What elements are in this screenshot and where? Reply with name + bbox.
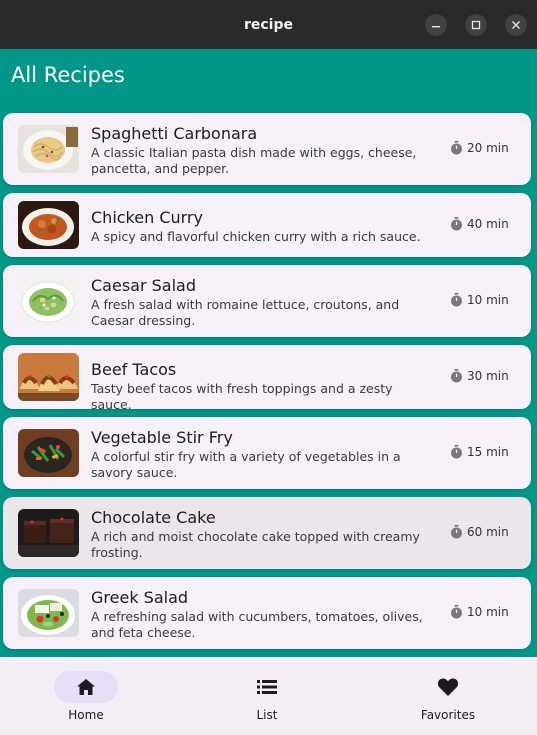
recipe-time-label: 10 min: [467, 605, 509, 619]
app-window: recipe All Recipes Spaghetti Carbonara A…: [0, 0, 537, 735]
page-title: All Recipes: [11, 63, 125, 87]
recipe-time-label: 10 min: [467, 293, 509, 307]
recipe-time: 60 min: [450, 525, 520, 539]
nav-favorites-label: Favorites: [420, 708, 476, 722]
recipe-description: A colorful stir fry with a variety of ve…: [91, 449, 401, 480]
recipe-card-caesar-salad[interactable]: Caesar Salad A fresh salad with romaine …: [3, 265, 531, 337]
maximize-button[interactable]: [465, 14, 487, 36]
recipe-description: A classic Italian pasta dish made with e…: [91, 145, 417, 176]
recipe-time: 20 min: [450, 141, 520, 155]
recipe-description: A rich and moist chocolate cake topped w…: [91, 529, 420, 560]
nav-favorites[interactable]: Favorites: [392, 657, 512, 735]
nav-home-indicator[interactable]: [54, 671, 118, 703]
timer-icon: [451, 141, 462, 155]
recipe-time: 10 min: [450, 293, 520, 307]
recipe-time: 15 min: [450, 445, 520, 459]
close-button[interactable]: [505, 14, 527, 36]
nav-list-indicator[interactable]: [235, 671, 299, 703]
timer-icon: [451, 369, 462, 383]
recipe-image-pasta: [18, 125, 79, 173]
recipe-title: Greek Salad: [91, 588, 189, 607]
recipe-time-label: 30 min: [467, 369, 509, 383]
recipe-image-tacos: [18, 353, 79, 401]
heart-icon: [437, 678, 459, 696]
recipes-screen: All Recipes Spaghetti Carbonara A classi…: [0, 49, 537, 657]
timer-icon: [451, 525, 462, 539]
recipe-description: A spicy and flavorful chicken curry with…: [91, 229, 421, 244]
recipe-description: Tasty beef tacos with fresh toppings and…: [91, 381, 393, 412]
recipe-time-label: 60 min: [467, 525, 509, 539]
recipe-title: Caesar Salad: [91, 276, 196, 295]
recipe-image-stir-fry: [18, 429, 79, 477]
minimize-icon: [432, 26, 440, 28]
recipe-image-salad: [18, 277, 79, 325]
recipe-title: Beef Tacos: [91, 360, 177, 379]
bottom-navigation: Home List Favorites: [0, 657, 537, 735]
recipe-card-chocolate-cake[interactable]: Chocolate Cake A rich and moist chocolat…: [3, 497, 531, 569]
recipe-card-chicken-curry[interactable]: Chicken Curry A spicy and flavorful chic…: [3, 193, 531, 257]
nav-favorites-indicator[interactable]: [416, 671, 480, 703]
recipe-description: A refreshing salad with cucumbers, tomat…: [91, 609, 423, 640]
recipe-description: A fresh salad with romaine lettuce, crou…: [91, 297, 400, 328]
recipe-image-chocolate-cake: [18, 509, 79, 557]
recipe-time: 30 min: [450, 369, 520, 383]
recipe-title: Spaghetti Carbonara: [91, 124, 258, 143]
recipe-card-vegetable-stir-fry[interactable]: Vegetable Stir Fry A colorful stir fry w…: [3, 417, 531, 489]
nav-home[interactable]: Home: [30, 657, 150, 735]
nav-list-label: List: [256, 708, 278, 722]
timer-icon: [451, 605, 462, 619]
recipe-time-label: 20 min: [467, 141, 509, 155]
title-bar[interactable]: recipe: [0, 0, 537, 49]
timer-icon: [451, 293, 462, 307]
timer-icon: [451, 445, 462, 459]
recipe-time-label: 40 min: [467, 217, 509, 231]
recipe-card-beef-tacos[interactable]: Beef Tacos Tasty beef tacos with fresh t…: [3, 345, 531, 412]
recipe-card-spaghetti-carbonara[interactable]: Spaghetti Carbonara A classic Italian pa…: [3, 113, 531, 185]
recipe-title: Chicken Curry: [91, 208, 203, 227]
recipe-image-greek-salad: [18, 589, 79, 637]
recipe-time: 40 min: [450, 217, 520, 231]
recipe-time-label: 15 min: [467, 445, 509, 459]
minimize-button[interactable]: [425, 14, 447, 36]
recipe-title: Vegetable Stir Fry: [91, 428, 233, 447]
recipe-time: 10 min: [450, 605, 520, 619]
list-icon: [257, 680, 277, 694]
recipe-card-greek-salad[interactable]: Greek Salad A refreshing salad with cucu…: [3, 577, 531, 649]
maximize-icon: [471, 20, 481, 30]
recipe-title: Chocolate Cake: [91, 508, 216, 527]
timer-icon: [451, 217, 462, 231]
recipe-image-curry: [18, 201, 79, 249]
nav-list[interactable]: List: [211, 657, 331, 735]
window-title: recipe: [243, 16, 293, 33]
nav-home-label: Home: [68, 708, 104, 722]
close-icon: [512, 21, 520, 29]
home-icon: [77, 679, 95, 695]
